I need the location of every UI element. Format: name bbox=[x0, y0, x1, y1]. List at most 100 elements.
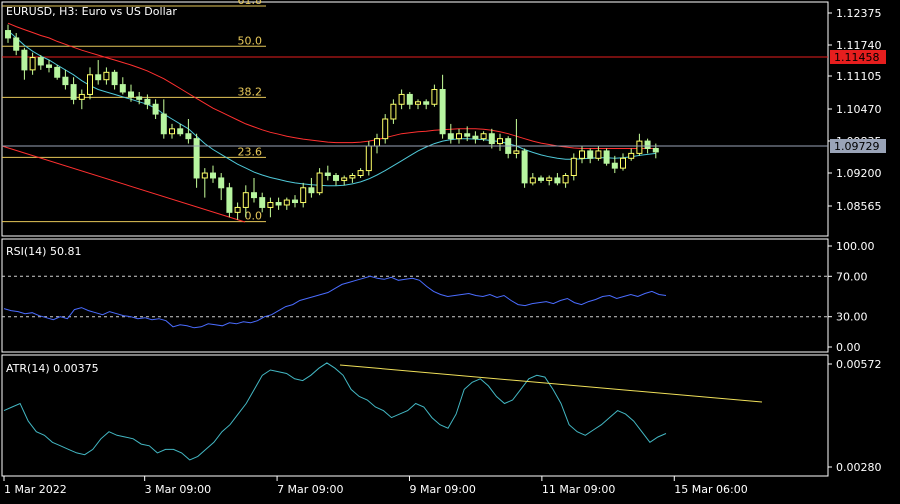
candle-body bbox=[546, 177, 553, 181]
time-tick-label: 9 Mar 09:00 bbox=[409, 483, 475, 496]
fib-level-label: 23.6 bbox=[238, 145, 263, 158]
candle-body bbox=[160, 113, 167, 135]
candle-body bbox=[390, 103, 397, 120]
candle-body bbox=[398, 93, 405, 105]
candle-body bbox=[464, 133, 471, 137]
candle-body bbox=[70, 84, 77, 100]
fib-level-label: 38.2 bbox=[238, 85, 263, 98]
candle-body bbox=[357, 170, 364, 177]
candle-body bbox=[218, 177, 225, 189]
price-panel-title: EURUSD, H3: Euro vs US Dollar bbox=[6, 5, 177, 18]
rsi-tick-label: 100.00 bbox=[836, 240, 875, 253]
candle-body bbox=[54, 66, 61, 78]
candle-body bbox=[210, 172, 216, 179]
candle-body bbox=[513, 150, 520, 154]
atr-tick-label: 0.00280 bbox=[836, 461, 882, 474]
candle-body bbox=[29, 57, 36, 71]
candle-body bbox=[521, 150, 528, 184]
rsi-tick-label: 0.00 bbox=[836, 341, 861, 354]
candle-body bbox=[78, 93, 85, 100]
candle-body bbox=[570, 157, 577, 177]
fib-level-label: 0.0 bbox=[245, 210, 263, 223]
time-tick-label: 3 Mar 09:00 bbox=[145, 483, 211, 496]
candle-body bbox=[365, 145, 372, 172]
candle-body bbox=[242, 192, 249, 208]
candle-body bbox=[431, 89, 438, 105]
candle-body bbox=[103, 71, 110, 81]
rsi-tick-label: 70.00 bbox=[836, 270, 868, 283]
candle bbox=[603, 148, 610, 166]
candle-body bbox=[349, 175, 356, 179]
candle-body bbox=[37, 57, 44, 66]
candle-body bbox=[234, 206, 241, 213]
candle-body bbox=[21, 49, 28, 71]
candle-body bbox=[193, 138, 200, 179]
candle-body bbox=[46, 64, 52, 68]
candle-body bbox=[579, 150, 585, 159]
candle-body bbox=[251, 192, 257, 199]
candle-body bbox=[652, 147, 659, 153]
candle-body bbox=[620, 157, 626, 169]
candle bbox=[382, 114, 389, 144]
rsi-panel-title: RSI(14) 50.81 bbox=[6, 245, 81, 258]
candle-body bbox=[595, 150, 602, 159]
chart-canvas[interactable]: 61.850.038.223.60.0 1.123751.117401.1110… bbox=[0, 0, 900, 500]
price-tick-label: 1.10470 bbox=[836, 103, 882, 116]
rsi-tick-label: 30.00 bbox=[836, 311, 868, 324]
fib-level-label: 50.0 bbox=[238, 34, 263, 47]
atr-tick-label: 0.00572 bbox=[836, 358, 882, 371]
candle-body bbox=[13, 37, 20, 51]
candle-body bbox=[292, 199, 298, 204]
fib-level-label: 61.8 bbox=[238, 0, 263, 7]
price-tick-label: 1.08565 bbox=[836, 200, 882, 213]
candle-body bbox=[177, 128, 184, 135]
candle-body bbox=[5, 30, 11, 39]
candle-body bbox=[300, 187, 307, 204]
candle-body bbox=[308, 187, 315, 194]
candle-body bbox=[201, 172, 208, 179]
candle-body bbox=[316, 172, 323, 194]
candle bbox=[226, 182, 233, 218]
candle bbox=[521, 148, 528, 188]
candle-body bbox=[95, 74, 102, 81]
price-tick-label: 1.11105 bbox=[836, 70, 882, 83]
candle-body bbox=[611, 162, 618, 169]
candle-body bbox=[488, 133, 495, 145]
candle-body bbox=[472, 135, 479, 140]
candle-body bbox=[275, 202, 282, 206]
candle-body bbox=[529, 177, 536, 184]
candle-body bbox=[111, 71, 118, 86]
candle-body bbox=[62, 76, 69, 86]
time-tick-label: 7 Mar 09:00 bbox=[277, 483, 343, 496]
candle-body bbox=[644, 140, 651, 149]
candle-body bbox=[119, 84, 126, 93]
candle-body bbox=[169, 128, 175, 135]
candle-body bbox=[480, 133, 487, 140]
candle-body bbox=[382, 118, 389, 140]
candle-body bbox=[128, 91, 134, 98]
candle-body bbox=[87, 74, 93, 95]
candle-body bbox=[562, 175, 569, 184]
current-price-label: 1.09729 bbox=[834, 140, 880, 153]
candle-body bbox=[341, 177, 348, 181]
candle-body bbox=[447, 133, 454, 140]
time-tick-label: 15 Mar 06:00 bbox=[674, 483, 747, 496]
candle-body bbox=[324, 172, 331, 176]
time-tick-label: 11 Mar 09:00 bbox=[542, 483, 615, 496]
candle bbox=[54, 64, 61, 80]
candle-body bbox=[185, 133, 192, 140]
candle-body bbox=[374, 138, 380, 147]
candle-body bbox=[603, 150, 610, 164]
candle-body bbox=[456, 133, 462, 140]
candle-body bbox=[406, 93, 413, 105]
candle-body bbox=[538, 177, 544, 181]
candle-body bbox=[283, 199, 290, 206]
trading-chart-window[interactable]: 61.8 50.0 38.2 23.6 0.0 1.12375 1.11740 1.1110… bbox=[0, 0, 900, 500]
candle-body bbox=[423, 101, 430, 105]
candle-body bbox=[439, 89, 446, 135]
time-tick-label: 1 Mar 2022 bbox=[4, 483, 67, 496]
candle-body bbox=[226, 187, 233, 213]
price-tick-label: 1.12375 bbox=[836, 7, 882, 20]
candle-body bbox=[628, 152, 635, 159]
candle-body bbox=[554, 177, 561, 184]
